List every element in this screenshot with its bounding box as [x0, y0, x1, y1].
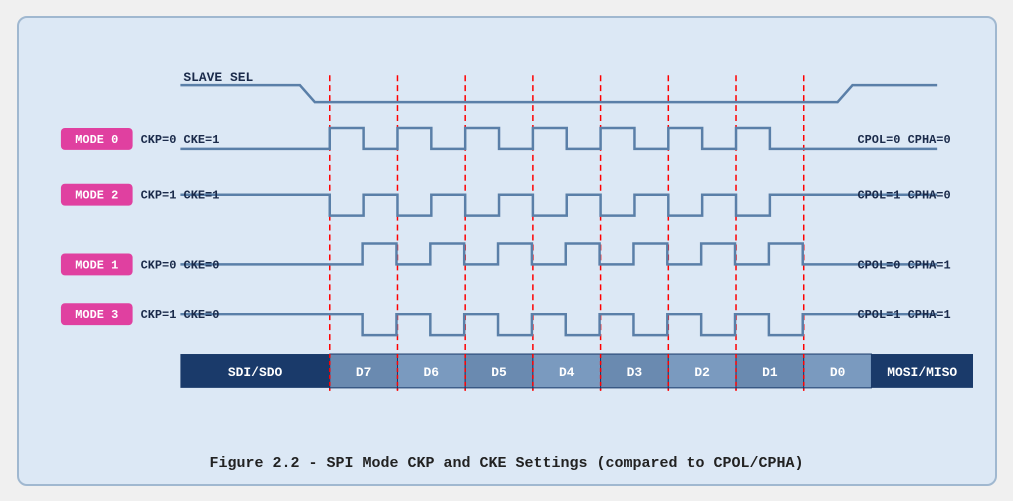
mode3-cpol: CPOL=1 CPHA=1 — [857, 308, 950, 322]
mode2-label: MODE 2 — [75, 188, 118, 202]
d7-label: D7 — [355, 364, 371, 379]
mode0-cpol: CPOL=0 CPHA=0 — [857, 132, 950, 146]
d1-label: D1 — [762, 364, 778, 379]
mode3-label: MODE 3 — [75, 308, 118, 322]
d2-label: D2 — [694, 364, 710, 379]
mode2-ckp: CKP=1 CKE=1 — [140, 188, 219, 202]
d5-label: D5 — [491, 364, 507, 379]
figure-container: SLAVE SEL MODE 0 CKP=0 CKE=1 CPOL=0 CPHA… — [17, 16, 997, 486]
figure-caption: Figure 2.2 - SPI Mode CKP and CKE Settin… — [41, 455, 973, 472]
d3-label: D3 — [626, 364, 642, 379]
mode3-ckp: CKP=1 CKE=0 — [140, 308, 219, 322]
mode2-cpol: CPOL=1 CPHA=0 — [857, 188, 950, 202]
sdi-sdo-label: SDI/SDO — [227, 364, 282, 379]
mode0-label: MODE 0 — [75, 132, 118, 146]
d4-label: D4 — [558, 364, 574, 379]
mode1-ckp: CKP=0 CKE=0 — [140, 258, 219, 272]
mosi-miso-label: MOSI/MISO — [887, 364, 957, 379]
d0-label: D0 — [829, 364, 845, 379]
waveform-svg: SLAVE SEL MODE 0 CKP=0 CKE=1 CPOL=0 CPHA… — [41, 36, 973, 447]
mode1-label: MODE 1 — [75, 258, 118, 272]
diagram-area: SLAVE SEL MODE 0 CKP=0 CKE=1 CPOL=0 CPHA… — [41, 36, 973, 447]
slave-sel-label: SLAVE SEL — [183, 70, 253, 85]
d6-label: D6 — [423, 364, 439, 379]
mode0-ckp: CKP=0 CKE=1 — [140, 132, 219, 146]
mode1-cpol: CPOL=0 CPHA=1 — [857, 258, 950, 272]
